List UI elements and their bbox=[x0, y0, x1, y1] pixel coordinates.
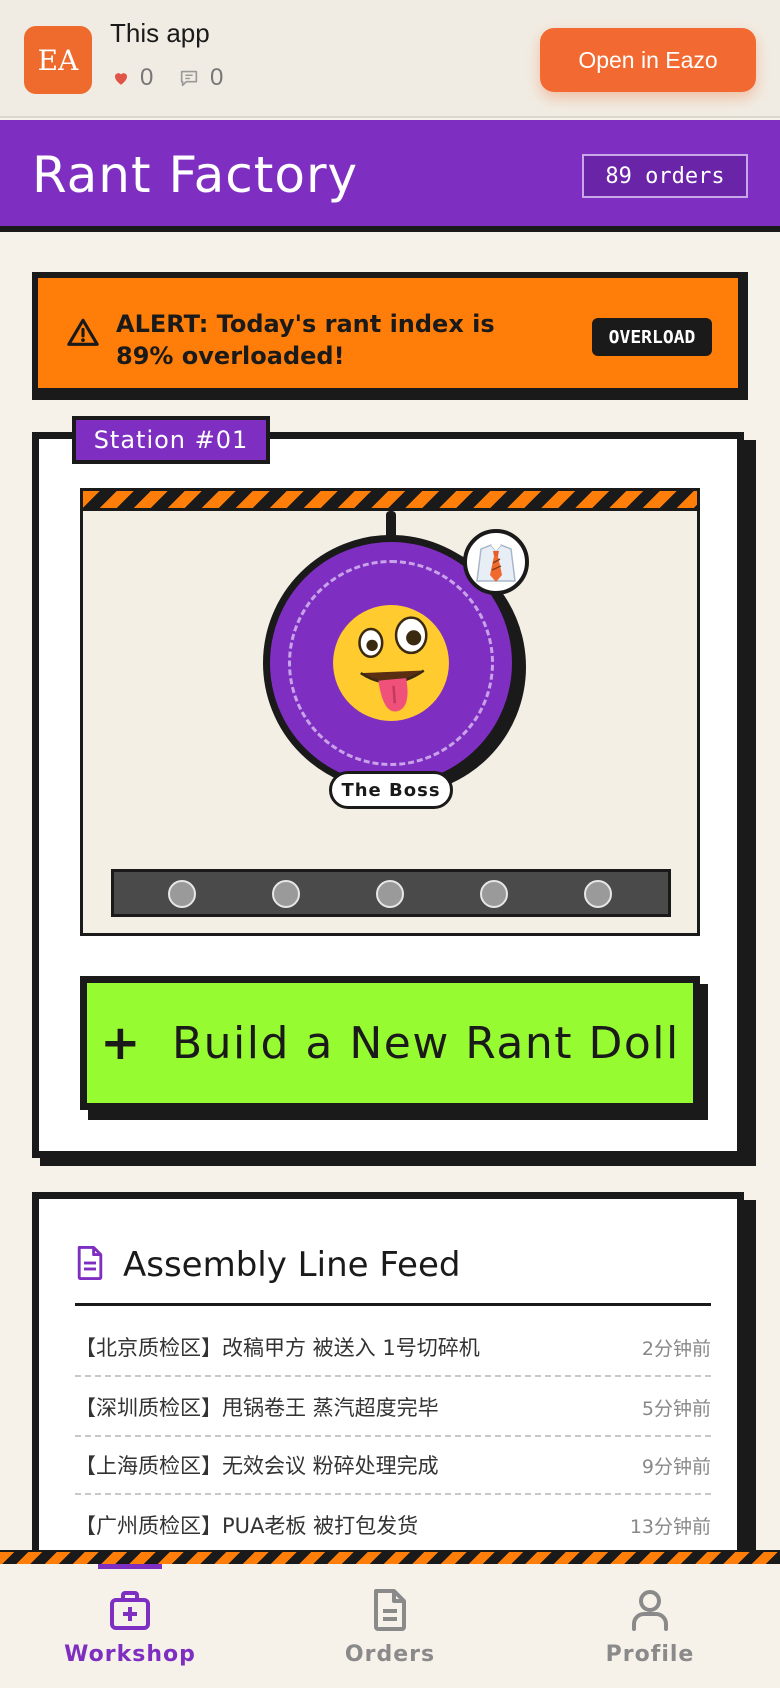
feed-item-message: 【上海质检区】无效会议 粉碎处理完成 bbox=[75, 1454, 439, 1478]
feed-item-time: 13分钟前 bbox=[629, 1515, 711, 1538]
alert-panel: ALERT: Today's rant index is 89% overloa… bbox=[38, 278, 738, 388]
conveyor-roller bbox=[480, 880, 508, 908]
page-header: Rant Factory 89 orders bbox=[0, 120, 780, 232]
feed-item[interactable]: 【北京质检区】改稿甲方 被送入 1号切碎机 2分钟前 bbox=[75, 1319, 711, 1377]
comments-count: 0 bbox=[210, 64, 224, 91]
nav-hazard-stripe bbox=[0, 1550, 780, 1564]
feed-item-message: 【北京质检区】改稿甲方 被送入 1号切碎机 bbox=[75, 1336, 480, 1360]
plus-icon: + bbox=[100, 1015, 142, 1071]
tie-icon bbox=[476, 543, 516, 582]
user-icon bbox=[632, 1590, 668, 1631]
nav-label: Orders bbox=[344, 1642, 436, 1667]
assembly-feed-card: Assembly Line Feed 【北京质检区】改稿甲方 被送入 1号切碎机… bbox=[32, 1192, 744, 1592]
overload-badge: OVERLOAD bbox=[592, 318, 712, 356]
document-icon bbox=[77, 1245, 103, 1281]
alert-banner: ALERT: Today's rant index is 89% overloa… bbox=[32, 272, 748, 400]
comments-stat[interactable]: 0 bbox=[178, 64, 223, 92]
warning-icon bbox=[67, 318, 99, 346]
feed-item-message: 【广州质检区】PUA老板 被打包发货 bbox=[75, 1514, 419, 1538]
hazard-stripe bbox=[83, 491, 697, 511]
feed-item-message: 【深圳质检区】甩锅卷王 蒸汽超度完毕 bbox=[75, 1396, 439, 1420]
nav-label: Workshop bbox=[64, 1642, 196, 1667]
app-name: This app bbox=[110, 18, 210, 48]
heart-icon bbox=[115, 73, 127, 85]
feed-title: Assembly Line Feed bbox=[123, 1245, 461, 1285]
build-button-label: Build a New Rant Doll bbox=[171, 1017, 680, 1069]
bottom-nav: Workshop Orders Profile bbox=[0, 1564, 780, 1688]
active-tab-indicator bbox=[98, 1564, 162, 1569]
nav-label: Profile bbox=[605, 1642, 695, 1667]
feed-item[interactable]: 【广州质检区】PUA老板 被打包发货 13分钟前 bbox=[75, 1497, 711, 1555]
conveyor-roller bbox=[168, 880, 196, 908]
nav-item-orders[interactable]: Orders bbox=[260, 1564, 520, 1688]
conveyor-roller bbox=[272, 880, 300, 908]
conveyor-roller bbox=[584, 880, 612, 908]
feed-item[interactable]: 【深圳质检区】甩锅卷王 蒸汽超度完毕 5分钟前 bbox=[75, 1379, 711, 1437]
nav-item-workshop[interactable]: Workshop bbox=[0, 1564, 260, 1688]
feed-item-time: 2分钟前 bbox=[641, 1337, 711, 1360]
nav-item-profile[interactable]: Profile bbox=[520, 1564, 780, 1688]
comment-icon bbox=[180, 70, 198, 87]
feed-divider bbox=[75, 1303, 711, 1306]
doll-name-label: The Boss bbox=[329, 771, 453, 809]
feed-item-time: 9分钟前 bbox=[641, 1455, 711, 1478]
zany-face-icon bbox=[333, 605, 449, 721]
station-tag: Station #01 bbox=[72, 416, 270, 464]
likes-stat[interactable]: 0 bbox=[112, 64, 153, 92]
alert-message: ALERT: Today's rant index is 89% overloa… bbox=[116, 310, 495, 370]
app-banner: EA This app 0 0 Open in Eazo bbox=[0, 0, 780, 118]
toolbox-icon bbox=[110, 1591, 150, 1630]
app-logo: EA bbox=[24, 26, 92, 94]
open-in-eazo-button[interactable]: Open in Eazo bbox=[540, 28, 756, 92]
likes-count: 0 bbox=[140, 64, 154, 91]
accessory-badge[interactable] bbox=[463, 529, 529, 595]
conveyor-belt bbox=[111, 869, 671, 917]
feed-item[interactable]: 【上海质检区】无效会议 粉碎处理完成 9分钟前 bbox=[75, 1437, 711, 1495]
conveyor-roller bbox=[376, 880, 404, 908]
doll-machine: The Boss bbox=[80, 488, 700, 936]
document-icon bbox=[374, 1589, 406, 1631]
build-rant-doll-button[interactable]: + Build a New Rant Doll bbox=[80, 976, 700, 1110]
page-title: Rant Factory bbox=[32, 146, 359, 204]
feed-item-time: 5分钟前 bbox=[641, 1397, 711, 1420]
orders-count-badge[interactable]: 89 orders bbox=[582, 154, 748, 198]
